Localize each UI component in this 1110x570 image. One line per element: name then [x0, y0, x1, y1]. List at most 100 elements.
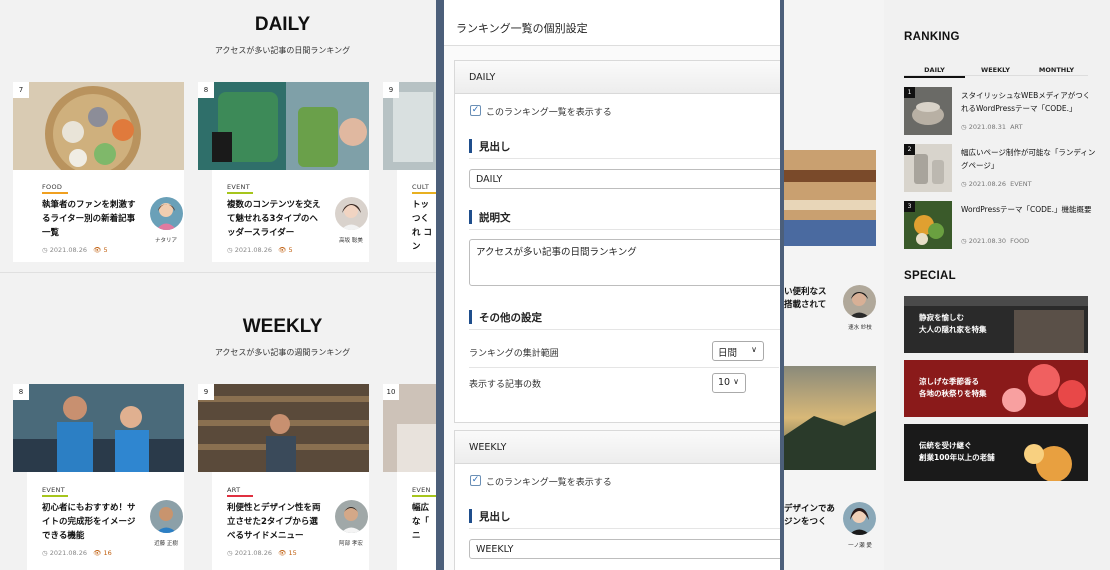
row-divider	[469, 367, 779, 368]
article-count-select[interactable]: 10 ∨	[712, 373, 746, 393]
ranking-item[interactable]: 2 幅広いページ制作が可能な「ランディングページ」 ◷ 2021.08.26 E…	[904, 144, 1096, 192]
article-thumbnail[interactable]	[198, 82, 369, 170]
rank-number: 9	[198, 384, 214, 400]
rank-number: 7	[13, 82, 29, 98]
heading-section: 見出し	[469, 507, 780, 529]
description-textarea[interactable]: アクセスが多い記事の日間ランキング	[469, 239, 780, 286]
article-thumbnail[interactable]	[198, 384, 369, 472]
ranking-item-date: 2021.08.31	[968, 123, 1006, 131]
ranking-item-category[interactable]: ART	[1010, 123, 1022, 131]
special-banner-text: 伝統を受け継ぐ 創業100年以上の老舗	[919, 441, 995, 462]
article-title-fragment[interactable]: ジンをつく	[784, 515, 827, 529]
tab-weekly[interactable]: WEEKLY	[965, 66, 1026, 74]
weekly-section-title: WEEKLY	[242, 316, 323, 337]
panel-header: ランキング一覧の個別設定	[444, 0, 780, 46]
category-label[interactable]: CULT	[412, 183, 429, 191]
author-name: 速水 紗枝	[848, 325, 872, 331]
article-card[interactable]: 8 EVENT 複数のコンテンツを交えて魅せれる3タイプのヘッダースライダー 高…	[198, 82, 369, 262]
tab-monthly[interactable]: MONTHLY	[1026, 66, 1087, 74]
article-thumbnail[interactable]	[784, 366, 876, 470]
ranking-settings-panel: ランキング一覧の個別設定 DAILY ✓ このランキング一覧を表示する 見出し …	[436, 0, 784, 570]
article-title-fragment[interactable]: 搭載されて	[784, 298, 826, 312]
section-accent-bar	[469, 509, 472, 523]
article-count-value: 10	[718, 377, 731, 388]
clock-icon: ◷	[961, 180, 967, 188]
daily-section-subtitle: アクセスが多い記事の日間ランキング	[214, 46, 351, 55]
author-avatar[interactable]	[843, 285, 876, 318]
rank-number: 9	[383, 82, 399, 98]
article-title-fragment[interactable]: デザインであ	[784, 502, 835, 516]
author-avatar[interactable]	[150, 500, 183, 533]
article-card[interactable]: 9 CULT トッ つくれ コン	[383, 82, 436, 262]
author-avatar[interactable]	[843, 502, 876, 535]
article-thumbnail[interactable]	[784, 150, 876, 246]
special-banner[interactable]: 静寂を愉しむ 大人の隠れ家を特集	[904, 296, 1088, 353]
author-avatar[interactable]	[150, 197, 183, 230]
article-card[interactable]: 7 FOOD 執筆者のファンを刺激するライター別の新着記事一覧 ナタリア ◷ 2…	[13, 82, 184, 262]
ranking-item-meta: ◷ 2021.08.31 ART	[961, 123, 1023, 131]
show-ranking-checkbox[interactable]: ✓	[470, 475, 481, 486]
ranking-item-title[interactable]: スタイリッシュなWEBメディアがつくれるWordPressテーマ「CODE.」	[961, 89, 1096, 115]
ranking-preview: DAILY アクセスが多い記事の日間ランキング 7 FOOD 執筆者のファンを刺…	[0, 0, 436, 570]
tab-daily[interactable]: DAILY	[904, 66, 965, 78]
article-card[interactable]: 8 EVENT 初心者にもおすすめ！サイトの完成形をイメージできる機能 近藤 正…	[13, 384, 184, 570]
heading-section: 見出し	[469, 137, 780, 159]
ranking-item-meta: ◷ 2021.08.30 FOOD	[961, 237, 1029, 245]
category-label[interactable]: EVENT	[42, 486, 65, 494]
heading-section-label: 見出し	[479, 141, 511, 153]
category-label[interactable]: FOOD	[42, 183, 62, 191]
range-select[interactable]: 日間 ∨	[712, 341, 764, 361]
article-title[interactable]: 初心者にもおすすめ！サイトの完成形をイメージできる機能	[42, 501, 140, 543]
article-title[interactable]: 複数のコンテンツを交えて魅せれる3タイプのヘッダースライダー	[227, 198, 325, 240]
weekly-settings-box: WEEKLY ✓ このランキング一覧を表示する 見出し WEEKLY	[454, 430, 780, 570]
article-thumbnail[interactable]	[13, 82, 184, 170]
daily-box-header[interactable]: DAILY	[455, 61, 780, 94]
daily-section-title: DAILY	[254, 14, 311, 35]
article-title-fragment[interactable]: い便利なス	[784, 285, 827, 299]
author-name: 阿部 孝宏	[339, 541, 363, 547]
heading-input[interactable]: DAILY	[469, 169, 780, 189]
panel-title: ランキング一覧の個別設定	[456, 22, 588, 35]
ranking-item-category[interactable]: EVENT	[1010, 180, 1032, 188]
show-ranking-checkbox[interactable]: ✓	[470, 105, 481, 116]
author-avatar[interactable]	[335, 197, 368, 230]
rank-number: 8	[198, 82, 214, 98]
article-date: 2021.08.26	[49, 549, 87, 557]
article-title[interactable]: 幅広 な「 ニ	[412, 501, 432, 543]
background-page-strip: い便利なス 搭載されて 速水 紗枝 デザインであ ジンをつく 一ノ瀬 愛	[784, 0, 884, 570]
chevron-down-icon: ∨	[751, 345, 757, 354]
article-date: 2021.08.26	[234, 549, 272, 557]
weekly-box-header[interactable]: WEEKLY	[455, 431, 780, 464]
rank-number: 8	[13, 384, 29, 400]
article-title[interactable]: 利便性とデザイン性を両立させた2タイプから選べるサイドメニュー	[227, 501, 325, 543]
author-avatar[interactable]	[335, 500, 368, 533]
ranking-item-title[interactable]: 幅広いページ制作が可能な「ランディングページ」	[961, 146, 1096, 172]
clock-icon: ◷	[961, 123, 967, 131]
clock-icon: ◷	[227, 549, 233, 557]
article-meta: ◷ 2021.08.26 👁 5	[227, 246, 293, 254]
category-label[interactable]: ART	[227, 486, 240, 494]
heading-input[interactable]: WEEKLY	[469, 539, 780, 559]
eye-icon: 👁	[278, 246, 287, 254]
clock-icon: ◷	[961, 237, 967, 245]
category-label[interactable]: EVENT	[227, 183, 250, 191]
article-thumbnail[interactable]	[13, 384, 184, 472]
range-label: ランキングの集計範囲	[469, 349, 559, 359]
article-title[interactable]: 執筆者のファンを刺激するライター別の新着記事一覧	[42, 198, 140, 240]
article-meta: ◷ 2021.08.26 👁 16	[42, 549, 112, 557]
special-banner[interactable]: 伝統を受け継ぐ 創業100年以上の老舗	[904, 424, 1088, 481]
article-title[interactable]: トッ つくれ コン	[412, 198, 432, 254]
ranking-item-title[interactable]: WordPressテーマ「CODE.」機能概要	[961, 203, 1096, 216]
special-banner[interactable]: 涼しげな季節香る 各地の秋祭りを特集	[904, 360, 1088, 417]
ranking-item-meta: ◷ 2021.08.26 EVENT	[961, 180, 1032, 188]
category-label[interactable]: EVEN	[412, 486, 431, 494]
category-underline	[412, 495, 436, 497]
ranking-item-category[interactable]: FOOD	[1010, 237, 1029, 245]
category-underline	[412, 192, 436, 194]
article-card[interactable]: 9 ART 利便性とデザイン性を両立させた2タイプから選べるサイドメニュー 阿部…	[198, 384, 369, 570]
article-meta: ◷ 2021.08.26 👁 15	[227, 549, 297, 557]
ranking-item[interactable]: 1 スタイリッシュなWEBメディアがつくれるWordPressテーマ「CODE.…	[904, 87, 1094, 135]
daily-settings-box: DAILY ✓ このランキング一覧を表示する 見出し DAILY 説明文 アクセ…	[454, 60, 780, 423]
ranking-item[interactable]: 3 WordPressテーマ「CODE.」機能概要 ◷ 2021.08.30 F…	[904, 201, 1094, 249]
article-card[interactable]: 10 EVEN 幅広 な「 ニ	[383, 384, 436, 570]
